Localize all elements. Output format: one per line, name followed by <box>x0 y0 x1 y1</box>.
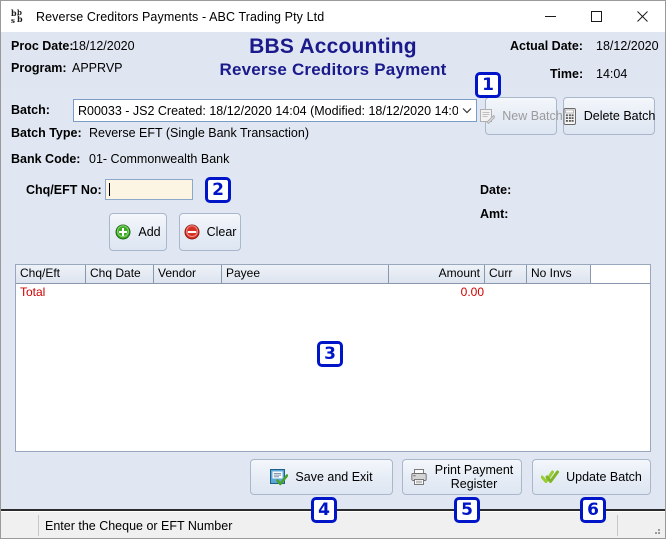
actual-date-label: Actual Date: <box>510 39 583 53</box>
window-controls <box>527 1 665 32</box>
update-batch-label: Update Batch <box>566 469 642 484</box>
grid-column-header-spacer[interactable] <box>591 265 650 283</box>
annotation-badge-6: 6 <box>580 497 606 523</box>
save-checked-icon <box>270 468 289 486</box>
update-batch-button[interactable]: Update Batch <box>532 459 651 495</box>
maximize-icon <box>590 11 602 22</box>
grid-column-header-vendor[interactable]: Vendor <box>154 265 222 283</box>
double-check-icon <box>541 470 560 484</box>
minimize-button[interactable] <box>527 1 573 32</box>
print-register-line2: Register <box>450 477 498 491</box>
amt-label: Amt: <box>480 207 509 221</box>
print-register-line1: Print Payment <box>434 462 514 477</box>
new-batch-button[interactable]: New Batch <box>480 97 563 135</box>
batch-select-value: R00033 - JS2 Created: 18/12/2020 14:04 (… <box>78 103 458 118</box>
minimize-icon <box>544 16 556 17</box>
calculator-icon <box>563 107 577 125</box>
application-window: b b s b Reverse Creditors Payments - ABC… <box>0 0 666 539</box>
date-label: Date: <box>480 183 512 197</box>
bbs-logo-icon: b b s b <box>10 8 28 26</box>
delete-batch-label: Delete Batch <box>583 108 656 123</box>
add-button[interactable]: Add <box>109 213 167 251</box>
window-title: Reverse Creditors Payments - ABC Trading… <box>36 9 325 24</box>
time-value: 14:04 <box>596 67 628 81</box>
grid-column-header-amount[interactable]: Amount <box>389 265 485 283</box>
bank-code-label: Bank Code: <box>11 152 81 166</box>
save-and-exit-button[interactable]: Save and Exit <box>250 459 393 495</box>
annotation-badge-5: 5 <box>454 497 480 523</box>
time-label: Time: <box>550 67 584 81</box>
remove-circle-icon <box>184 224 200 240</box>
annotation-badge-1: 1 <box>475 72 501 98</box>
total-value: 0.00 <box>460 285 484 299</box>
grid-header-row: Chq/Eft Chq Date Vendor Payee Amount Curr No I… <box>16 265 650 284</box>
total-label: Total <box>20 285 46 299</box>
printer-icon <box>411 469 428 485</box>
close-button[interactable] <box>619 1 665 32</box>
annotation-badge-3: 3 <box>317 341 343 367</box>
add-circle-icon <box>115 224 131 240</box>
grid-column-header-chq-eft[interactable]: Chq/Eft <box>16 265 86 283</box>
text-caret <box>109 183 110 196</box>
chq-eft-no-input[interactable] <box>105 179 193 200</box>
svg-text:b: b <box>17 14 23 24</box>
grid-column-header-chq-date[interactable]: Chq Date <box>86 265 154 283</box>
clear-label: Clear <box>206 224 237 239</box>
maximize-button[interactable] <box>573 1 619 32</box>
annotation-badge-2: 2 <box>205 177 231 203</box>
grid-column-header-no-invs[interactable]: No Invs <box>527 265 591 283</box>
delete-batch-button[interactable]: Delete Batch <box>563 97 655 135</box>
bank-code-value: 01- Commonwealth Bank <box>89 152 230 166</box>
actual-date-value: 18/12/2020 <box>596 39 659 53</box>
grid-total-row: Total 0.00 <box>16 284 650 301</box>
print-payment-register-button[interactable]: Print Payment Register <box>402 459 522 495</box>
annotation-badge-4: 4 <box>311 497 337 523</box>
title-bar: b b s b Reverse Creditors Payments - ABC… <box>1 1 665 33</box>
batch-type-label: Batch Type: <box>11 126 82 140</box>
save-and-exit-label: Save and Exit <box>295 469 373 484</box>
close-icon <box>636 11 648 22</box>
grid-column-header-curr[interactable]: Curr <box>485 265 527 283</box>
print-payment-register-label: Print Payment Register <box>435 463 514 492</box>
batch-select[interactable]: R00033 - JS2 Created: 18/12/2020 14:04 (… <box>73 99 477 122</box>
grid-column-header-payee[interactable]: Payee <box>222 265 389 283</box>
resize-grip-icon[interactable] <box>650 524 662 536</box>
edit-document-icon <box>479 108 496 124</box>
add-label: Add <box>138 224 161 239</box>
clear-button[interactable]: Clear <box>179 213 241 251</box>
batch-label: Batch: <box>11 103 50 117</box>
chevron-down-icon[interactable] <box>458 105 476 116</box>
svg-text:s: s <box>11 16 15 25</box>
batch-type-value: Reverse EFT (Single Bank Transaction) <box>89 126 310 140</box>
new-batch-label: New Batch <box>502 108 563 123</box>
chq-eft-no-label: Chq/EFT No: <box>26 183 102 197</box>
